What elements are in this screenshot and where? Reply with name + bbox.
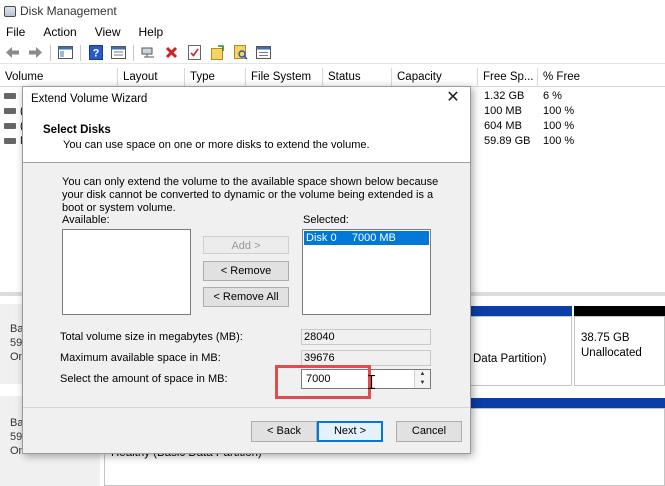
unallocated-label: Unallocated <box>581 347 642 359</box>
toolbar-separator <box>50 44 51 61</box>
total-size-value: 28040 <box>301 329 431 345</box>
help-icon[interactable]: ? <box>87 44 104 61</box>
max-space-label: Maximum available space in MB: <box>60 352 221 364</box>
selected-disks-list[interactable]: Disk 0 7000 MB <box>302 229 431 315</box>
drive-icon <box>4 108 16 114</box>
toolbar-separator <box>80 44 81 61</box>
volume-list-header: Volume Layout Type File System Status Ca… <box>0 68 665 87</box>
max-space-value: 39676 <box>301 350 431 366</box>
annotation-highlight-box <box>275 365 371 399</box>
unallocated-space[interactable]: 38.75 GB Unallocated <box>574 316 665 386</box>
window-titlebar: Disk Management <box>0 0 665 22</box>
drive-icon <box>4 123 16 129</box>
available-label: Available: <box>62 214 110 226</box>
drive-icon <box>4 138 16 144</box>
forward-icon[interactable] <box>27 44 44 61</box>
toolbar: ? <box>0 42 665 64</box>
percent-free: 100 % <box>543 135 575 147</box>
add-button[interactable]: Add > <box>203 236 289 254</box>
column-capacity[interactable]: Capacity <box>392 68 478 87</box>
back-icon[interactable] <box>4 44 21 61</box>
next-button[interactable]: Next > <box>317 421 383 442</box>
list-icon[interactable] <box>255 44 272 61</box>
wizard-explanation: You can only extend the volume to the av… <box>62 176 439 214</box>
menu-help[interactable]: Help <box>137 24 166 40</box>
total-size-label: Total volume size in megabytes (MB): <box>60 331 243 343</box>
console-tree-icon[interactable] <box>57 44 74 61</box>
column-file-system[interactable]: File System <box>246 68 323 87</box>
back-button[interactable]: < Back <box>251 421 317 442</box>
percent-free: 100 % <box>543 105 575 117</box>
selected-label: Selected: <box>303 214 349 226</box>
spin-down-icon[interactable]: ▼ <box>415 379 430 388</box>
unallocated-bar <box>574 306 665 316</box>
column-free-space[interactable]: Free Sp... <box>478 68 538 87</box>
text-cursor-icon <box>368 375 375 389</box>
wizard-heading: Select Disks <box>43 124 111 136</box>
free-space: 604 MB <box>484 120 522 132</box>
menu-view[interactable]: View <box>93 24 123 40</box>
unallocated-size: 38.75 GB <box>581 332 630 344</box>
percent-free: 6 % <box>543 90 562 102</box>
spin-arrows: ▲ ▼ <box>414 370 430 388</box>
column-type[interactable]: Type <box>185 68 246 87</box>
wizard-subheading: You can use space on one or more disks t… <box>63 139 370 151</box>
disk-management-icon <box>4 5 16 17</box>
extend-volume-wizard: Extend Volume Wizard ✕ Select Disks You … <box>22 86 471 454</box>
remove-all-button[interactable]: < Remove All <box>203 287 289 307</box>
drive-icon <box>4 93 16 99</box>
svg-text:?: ? <box>92 48 99 60</box>
column-status[interactable]: Status <box>323 68 392 87</box>
amount-label: Select the amount of space in MB: <box>60 373 228 385</box>
partition-bar <box>466 306 572 316</box>
delete-icon[interactable] <box>163 44 180 61</box>
disk-0-partition[interactable]: Data Partition) <box>466 316 572 386</box>
spin-up-icon[interactable]: ▲ <box>415 370 430 379</box>
menu-action[interactable]: Action <box>41 24 78 40</box>
search-icon[interactable] <box>232 44 249 61</box>
available-disks-list[interactable] <box>62 229 191 315</box>
column-layout[interactable]: Layout <box>118 68 185 87</box>
partition-label: Data Partition) <box>473 353 547 365</box>
footer-divider <box>23 407 470 408</box>
window-title: Disk Management <box>20 4 117 18</box>
percent-free: 100 % <box>543 120 575 132</box>
free-space: 59.89 GB <box>484 135 531 147</box>
connect-icon[interactable] <box>140 44 157 61</box>
free-space: 100 MB <box>484 105 522 117</box>
remove-button[interactable]: < Remove <box>203 261 289 281</box>
close-icon[interactable]: ✕ <box>444 89 462 107</box>
selected-disk-item[interactable]: Disk 0 7000 MB <box>304 231 429 245</box>
wizard-header: Select Disks You can use space on one or… <box>23 111 470 163</box>
properties-icon[interactable] <box>110 44 127 61</box>
wizard-title: Extend Volume Wizard <box>31 93 148 105</box>
column-percent-free[interactable]: % Free <box>538 68 665 87</box>
check-icon[interactable] <box>186 44 203 61</box>
menu-bar: File Action View Help <box>0 22 665 42</box>
cancel-button[interactable]: Cancel <box>396 421 462 442</box>
wizard-titlebar: Extend Volume Wizard <box>23 87 470 111</box>
toolbar-separator <box>133 44 134 61</box>
column-volume[interactable]: Volume <box>0 68 118 87</box>
menu-file[interactable]: File <box>4 24 27 40</box>
export-icon[interactable] <box>209 44 226 61</box>
free-space: 1.32 GB <box>484 90 525 102</box>
